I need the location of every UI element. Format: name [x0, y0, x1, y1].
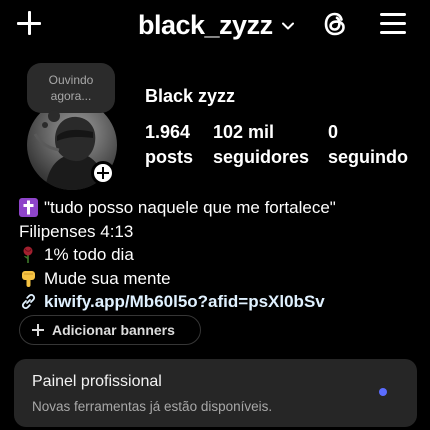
stat-following-label: seguindo: [328, 147, 408, 167]
notification-dot: [379, 388, 387, 396]
bio-line-verse: Filipenses 4:13: [19, 220, 419, 244]
link-icon: [21, 294, 36, 310]
bio-verse-text: Filipenses 4:13: [19, 221, 134, 241]
stat-followers-value: 102 mil: [213, 122, 275, 142]
professional-dashboard-card[interactable]: Painel profissional Novas ferramentas já…: [14, 359, 417, 427]
panel-subtitle: Novas ferramentas já estão disponíveis.: [32, 399, 273, 414]
username: black_zyzz: [138, 9, 273, 40]
add-banners-label: Adicionar banners: [52, 322, 175, 338]
bio-line-mind: Mude sua mente: [19, 267, 419, 291]
note-tail: [48, 110, 60, 122]
stat-followers-label: seguidores: [213, 147, 310, 167]
chevron-down-icon: [281, 22, 294, 30]
top-bar: black_zyzz: [0, 0, 430, 50]
note-text-line1: Ouvindo: [48, 73, 94, 87]
note-tail: [42, 122, 48, 128]
account-switcher[interactable]: black_zyzz: [138, 8, 294, 42]
menu-icon[interactable]: [380, 12, 406, 36]
stat-followers[interactable]: 102 mil seguidores: [213, 120, 309, 170]
menu-line: [380, 13, 406, 16]
note-bubble[interactable]: Ouvindo agora...: [27, 63, 115, 113]
wilted-rose-icon: [23, 246, 33, 264]
bio: "tudo posso naquele que me fortalece" Fi…: [19, 196, 419, 314]
bio-mind-text: Mude sua mente: [44, 268, 171, 288]
bio-quote-text: "tudo posso naquele que me fortalece": [44, 198, 336, 217]
stat-posts-label: posts: [145, 147, 194, 167]
add-story-button[interactable]: [91, 161, 115, 185]
bio-link[interactable]: kiwify.app/Mb60l5o?afid=psXl0bSv: [19, 290, 419, 314]
bio-link-text[interactable]: kiwify.app/Mb60l5o?afid=psXl0bSv: [44, 290, 325, 314]
create-plus-icon[interactable]: [16, 10, 42, 36]
stat-posts-value: 1.964: [145, 122, 191, 142]
stat-posts[interactable]: 1.964 posts: [145, 120, 193, 170]
latin-cross-icon: [19, 198, 38, 218]
add-banners-button[interactable]: Adicionar banners: [19, 315, 201, 345]
threads-icon[interactable]: [320, 9, 350, 39]
display-name: Black zyzz: [145, 86, 236, 106]
stat-following[interactable]: 0 seguindo: [328, 120, 408, 170]
menu-line: [380, 31, 406, 34]
bio-daily-text: 1% todo dia: [44, 245, 134, 264]
pointing-down-icon: [22, 270, 35, 287]
note-text-line2: agora...: [50, 89, 92, 103]
panel-title: Painel profissional: [32, 373, 162, 390]
profile-screen: black_zyzz Ouvindo agora... Black zyzz 1…: [0, 0, 430, 430]
bio-line-daily: 1% todo dia: [19, 243, 419, 267]
stat-following-value: 0: [328, 122, 339, 142]
menu-line: [380, 22, 406, 25]
bio-line-quote: "tudo posso naquele que me fortalece": [19, 196, 419, 220]
plus-icon: [32, 324, 44, 336]
